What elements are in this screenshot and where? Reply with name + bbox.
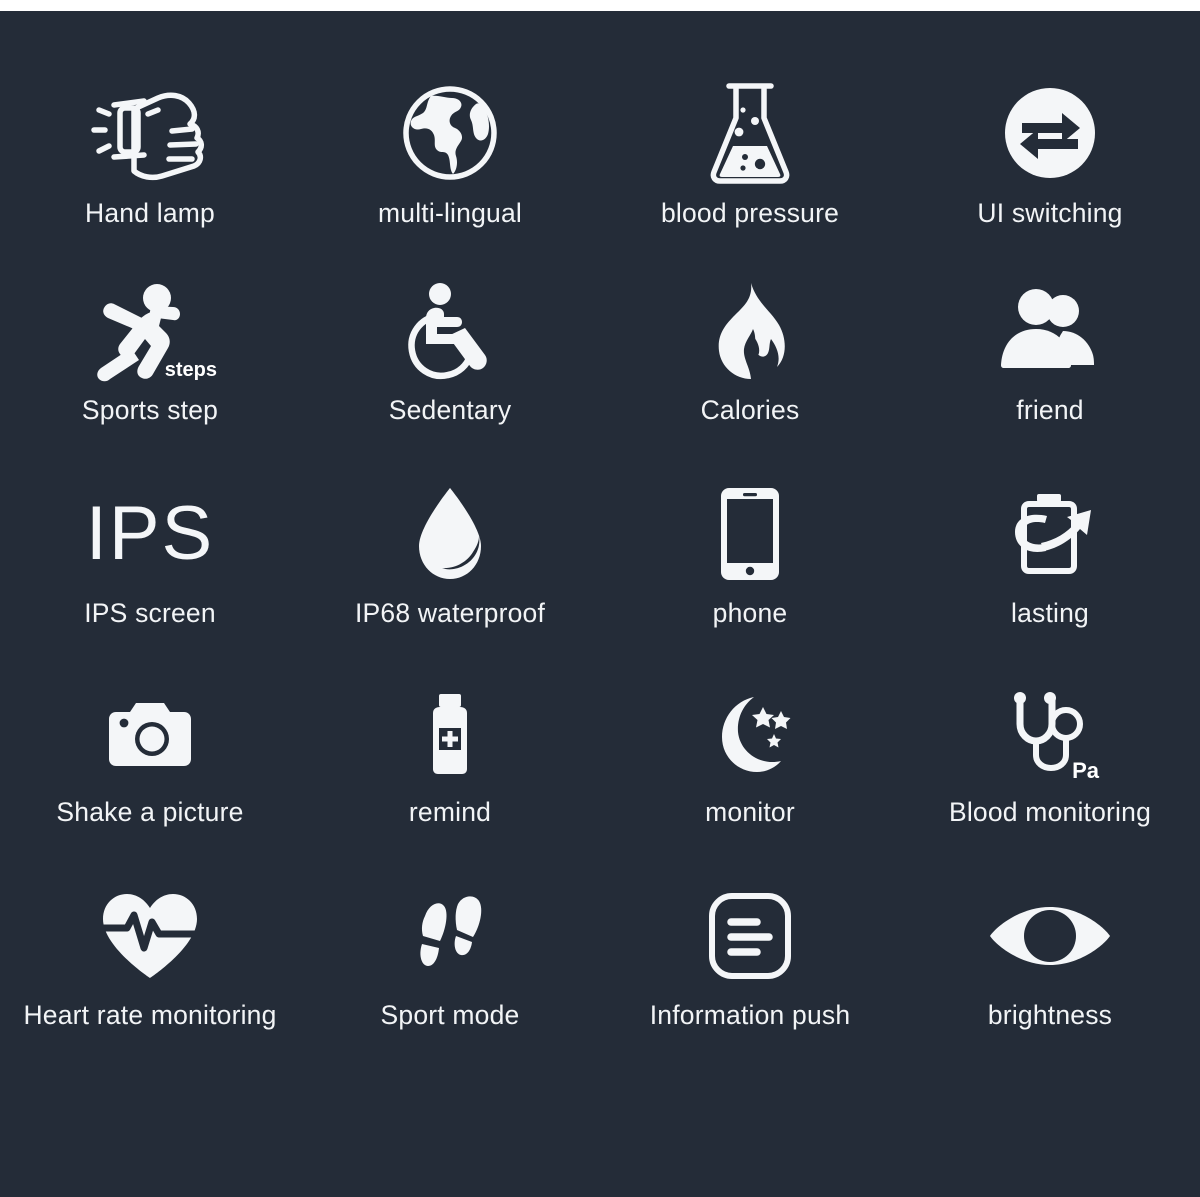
feature-label: Sports step <box>81 395 219 425</box>
feature-item-multi-lingual[interactable]: multi-lingual <box>300 73 600 274</box>
ips-text-icon: IPS <box>86 475 215 593</box>
feature-item-phone[interactable]: phone <box>600 475 900 676</box>
feature-item-brightness[interactable]: brightness <box>900 877 1200 1078</box>
feature-label: friend <box>1016 395 1084 425</box>
feature-item-ips-screen[interactable]: IPS IPS screen <box>0 475 300 676</box>
feature-item-blood-pressure[interactable]: blood pressure <box>600 73 900 274</box>
two-people-icon <box>1001 274 1099 390</box>
feature-label: IPS screen <box>84 598 216 628</box>
feature-label: Shake a picture <box>56 797 244 827</box>
water-drop-icon <box>413 475 487 593</box>
fist-watch-lamp-icon <box>86 73 214 193</box>
document-lines-icon <box>709 877 791 995</box>
feature-item-calories[interactable]: Calories <box>600 274 900 475</box>
feature-label: lasting <box>1010 598 1089 628</box>
feature-item-blood-monitoring[interactable]: Pa Blood monitoring <box>900 676 1200 877</box>
feature-label: IP68 waterproof <box>354 598 546 628</box>
feature-item-remind[interactable]: remind <box>300 676 600 877</box>
running-person-icon: steps <box>89 274 217 390</box>
feature-label: remind <box>408 797 492 827</box>
feature-grid: Hand lamp multi-lingual blood pressure U… <box>0 73 1200 1078</box>
feature-item-shake-a-picture[interactable]: Shake a picture <box>0 676 300 877</box>
feature-label: phone <box>712 598 788 628</box>
feature-label: Sedentary <box>388 395 512 425</box>
flame-icon <box>713 274 787 390</box>
feature-label: monitor <box>705 797 795 827</box>
feature-label: Heart rate monitoring <box>23 1000 277 1030</box>
feature-label: Calories <box>700 395 800 425</box>
smartphone-icon <box>719 475 781 593</box>
feature-label: brightness <box>987 1000 1113 1030</box>
pa-badge-text: Pa <box>1072 758 1099 783</box>
feature-item-ui-switching[interactable]: UI switching <box>900 73 1200 274</box>
feature-item-heart-rate-monitoring[interactable]: Heart rate monitoring <box>0 877 300 1078</box>
feature-label: Sport mode <box>380 1000 520 1030</box>
feature-label: blood pressure <box>660 198 840 228</box>
heart-pulse-icon <box>101 877 199 995</box>
feature-label: multi-lingual <box>378 198 522 228</box>
globe-icon <box>401 73 499 193</box>
feature-item-sedentary[interactable]: Sedentary <box>300 274 600 475</box>
steps-badge-text: steps <box>164 359 217 381</box>
feature-item-monitor[interactable]: monitor <box>600 676 900 877</box>
footprints-icon <box>412 877 488 995</box>
feature-label: Hand lamp <box>85 198 215 228</box>
battery-arrow-icon <box>1005 475 1095 593</box>
feature-label: UI switching <box>977 198 1123 228</box>
feature-label: Blood monitoring <box>948 797 1152 827</box>
feature-item-ip68-waterproof[interactable]: IP68 waterproof <box>300 475 600 676</box>
top-white-strip <box>0 0 1200 11</box>
feature-item-sport-mode[interactable]: Sport mode <box>300 877 600 1078</box>
feature-item-sports-step[interactable]: steps Sports step <box>0 274 300 475</box>
camera-icon <box>108 676 192 792</box>
feature-item-hand-lamp[interactable]: Hand lamp <box>0 73 300 274</box>
medicine-bottle-icon <box>426 676 474 792</box>
feature-item-lasting[interactable]: lasting <box>900 475 1200 676</box>
feature-item-information-push[interactable]: Information push <box>600 877 900 1078</box>
stethoscope-icon: Pa <box>1011 676 1099 792</box>
switch-arrows-circle-icon <box>1004 73 1096 193</box>
feature-label: Information push <box>649 1000 851 1030</box>
moon-stars-icon <box>708 676 792 792</box>
ips-glyph: IPS <box>85 491 215 576</box>
eye-icon <box>988 877 1112 995</box>
feature-board: Hand lamp multi-lingual blood pressure U… <box>0 11 1200 1197</box>
flask-icon <box>703 73 797 193</box>
wheelchair-icon <box>404 274 496 390</box>
feature-item-friend[interactable]: friend <box>900 274 1200 475</box>
